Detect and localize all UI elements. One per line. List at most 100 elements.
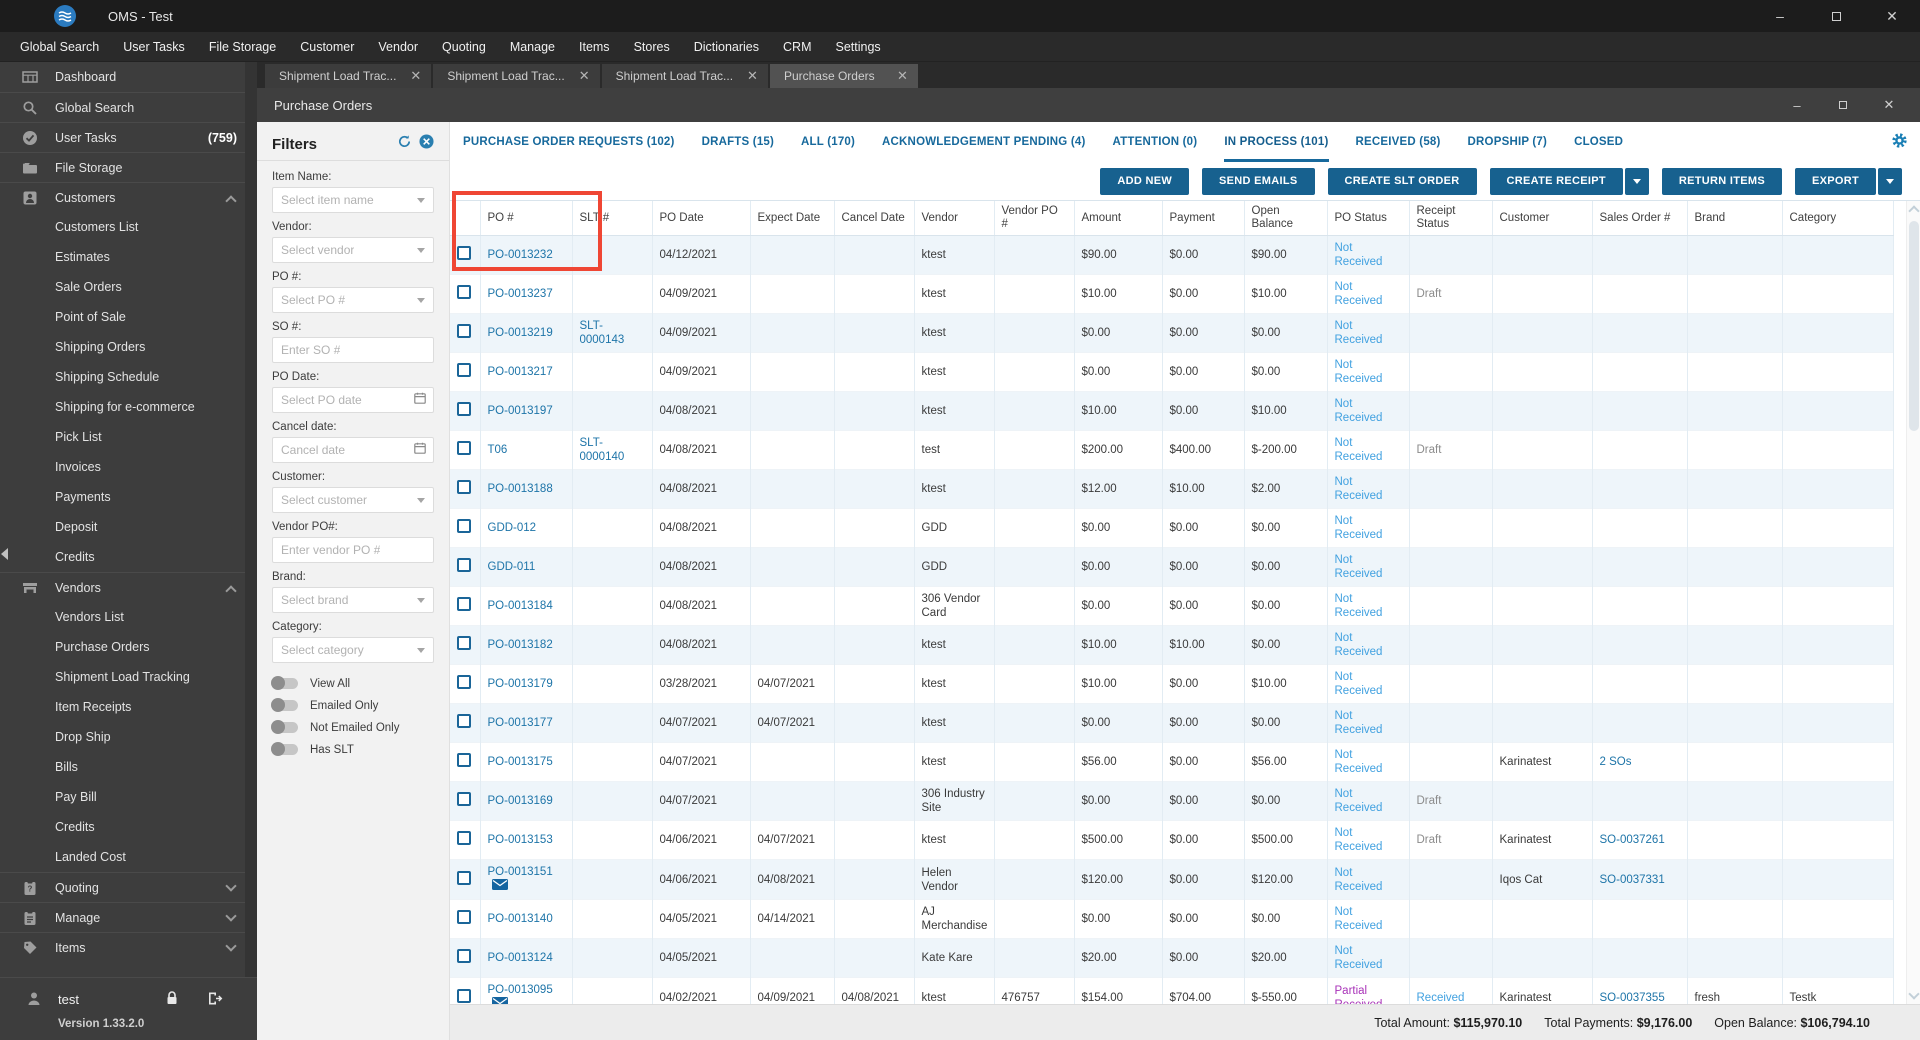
- document-tab-shipment-load-tracking-1[interactable]: Shipment Load Trac... ✕: [265, 64, 432, 88]
- row-checkbox[interactable]: [457, 910, 471, 924]
- sidebar-item-customers-list[interactable]: Customers List: [0, 212, 257, 242]
- row-checkbox[interactable]: [457, 285, 471, 299]
- po-number-link[interactable]: PO-0013232: [488, 249, 553, 261]
- sidebar-item-shipping-schedule[interactable]: Shipping Schedule: [0, 362, 257, 392]
- row-checkbox[interactable]: [457, 519, 471, 533]
- menu-item-file-storage[interactable]: File Storage: [197, 32, 288, 61]
- po-number-link[interactable]: PO-0013140: [488, 913, 553, 925]
- panel-close-button[interactable]: ✕: [1870, 93, 1908, 117]
- create-receipt-button[interactable]: CREATE RECEIPT: [1489, 167, 1623, 195]
- sales-order-link[interactable]: SO-0037331: [1600, 874, 1665, 886]
- add-new-button[interactable]: ADD NEW: [1100, 167, 1190, 195]
- sidebar-item-vendors[interactable]: Vendors: [0, 572, 257, 602]
- menu-item-global-search[interactable]: Global Search: [8, 32, 111, 61]
- chevron-down-icon[interactable]: [417, 647, 425, 653]
- sidebar-item-items[interactable]: Items: [0, 932, 257, 962]
- sidebar-item-pay-bill[interactable]: Pay Bill: [0, 782, 257, 812]
- tab-dropship-7[interactable]: DROPSHIP (7): [1468, 122, 1548, 162]
- sidebar-item-point-of-sale[interactable]: Point of Sale: [0, 302, 257, 332]
- send-emails-button[interactable]: SEND EMAILS: [1202, 167, 1315, 195]
- menu-item-manage[interactable]: Manage: [498, 32, 567, 61]
- sidebar-item-manage[interactable]: Manage: [0, 902, 257, 932]
- sidebar-item-estimates[interactable]: Estimates: [0, 242, 257, 272]
- chevron-down-icon[interactable]: [225, 940, 237, 952]
- sidebar-item-payments[interactable]: Payments: [0, 482, 257, 512]
- sidebar-item-file-storage[interactable]: File Storage: [0, 152, 257, 182]
- toggle-has-slt[interactable]: Has SLT: [271, 739, 434, 760]
- sidebar-item-credits[interactable]: Credits: [0, 812, 257, 842]
- panel-restore-button[interactable]: [1824, 93, 1862, 117]
- sidebar-item-deposit[interactable]: Deposit: [0, 512, 257, 542]
- sidebar-item-bills[interactable]: Bills: [0, 752, 257, 782]
- po-number-link[interactable]: PO-0013177: [488, 717, 553, 729]
- po-number-link[interactable]: PO-0013169: [488, 795, 553, 807]
- po-number-link[interactable]: PO-0013124: [488, 952, 553, 964]
- toggle-switch[interactable]: [271, 742, 298, 756]
- vertical-scrollbar[interactable]: [1906, 201, 1920, 1004]
- tab-close-icon[interactable]: ✕: [897, 68, 908, 84]
- filter-input-so[interactable]: Enter SO #: [272, 337, 434, 363]
- row-checkbox[interactable]: [457, 675, 471, 689]
- sidebar-item-item-receipts[interactable]: Item Receipts: [0, 692, 257, 722]
- document-tab-shipment-load-tracking-3[interactable]: Shipment Load Trac... ✕: [601, 64, 768, 88]
- scrollbar-thumb[interactable]: [1909, 221, 1919, 431]
- filter-input-vendor-po[interactable]: Enter vendor PO #: [272, 537, 434, 563]
- po-number-link[interactable]: T06: [488, 444, 508, 456]
- sidebar-item-credits[interactable]: Credits: [0, 542, 257, 572]
- row-checkbox[interactable]: [457, 988, 471, 1003]
- tab-purchase-order-requests-102[interactable]: PURCHASE ORDER REQUESTS (102): [463, 122, 675, 162]
- tab-received-58[interactable]: RECEIVED (58): [1356, 122, 1441, 162]
- panel-minimize-button[interactable]: –: [1778, 93, 1816, 117]
- sidebar-item-user-tasks[interactable]: User Tasks (759): [0, 122, 257, 152]
- menu-item-items[interactable]: Items: [567, 32, 622, 61]
- chevron-down-icon[interactable]: [417, 247, 425, 253]
- tab-in-process-101[interactable]: IN PROCESS (101): [1224, 122, 1329, 162]
- filter-input-cancel-date[interactable]: Cancel date: [272, 437, 434, 463]
- chevron-down-icon[interactable]: [417, 597, 425, 603]
- create-slt-order-button[interactable]: CREATE SLT ORDER: [1327, 167, 1477, 195]
- row-checkbox[interactable]: [457, 402, 471, 416]
- row-checkbox[interactable]: [457, 480, 471, 494]
- chevron-up-icon[interactable]: [225, 585, 237, 597]
- sidebar-item-customers[interactable]: Customers: [0, 182, 257, 212]
- filter-input-item-name[interactable]: Select item name: [272, 187, 434, 213]
- tab-attention-0[interactable]: ATTENTION (0): [1113, 122, 1198, 162]
- row-checkbox[interactable]: [457, 870, 471, 885]
- row-checkbox[interactable]: [457, 324, 471, 338]
- po-number-link[interactable]: GDD-012: [488, 522, 537, 534]
- po-number-link[interactable]: PO-0013153: [488, 834, 553, 846]
- window-close-button[interactable]: ✕: [1864, 0, 1920, 32]
- po-number-link[interactable]: PO-0013095: [488, 984, 553, 996]
- row-checkbox[interactable]: [457, 792, 471, 806]
- menu-item-dictionaries[interactable]: Dictionaries: [682, 32, 771, 61]
- row-checkbox[interactable]: [457, 949, 471, 963]
- row-checkbox[interactable]: [457, 714, 471, 728]
- export-dropdown-button[interactable]: [1878, 167, 1902, 195]
- sidebar-item-shipment-load-tracking[interactable]: Shipment Load Tracking: [0, 662, 257, 692]
- sidebar-item-sale-orders[interactable]: Sale Orders: [0, 272, 257, 302]
- row-checkbox[interactable]: [457, 831, 471, 845]
- tab-close-icon[interactable]: ✕: [410, 68, 421, 84]
- sidebar-item-global-search[interactable]: Global Search: [0, 92, 257, 122]
- row-checkbox[interactable]: [457, 558, 471, 572]
- toggle-emailed-only[interactable]: Emailed Only: [271, 695, 434, 716]
- sidebar-item-purchase-orders[interactable]: Purchase Orders: [0, 632, 257, 662]
- po-number-link[interactable]: PO-0013197: [488, 405, 553, 417]
- po-number-link[interactable]: PO-0013217: [488, 366, 553, 378]
- sales-order-link[interactable]: 2 SOs: [1600, 756, 1632, 768]
- tab-close-icon[interactable]: ✕: [747, 68, 758, 84]
- filter-input-category[interactable]: Select category: [272, 637, 434, 663]
- menu-item-settings[interactable]: Settings: [823, 32, 892, 61]
- logout-icon[interactable]: [207, 991, 223, 1007]
- sidebar-item-shipping-for-e-commerce[interactable]: Shipping for e-commerce: [0, 392, 257, 422]
- chevron-down-icon[interactable]: [225, 910, 237, 922]
- chevron-down-icon[interactable]: [417, 197, 425, 203]
- slt-number-link[interactable]: SLT-0000143: [580, 320, 625, 346]
- po-number-link[interactable]: PO-0013188: [488, 483, 553, 495]
- slt-number-link[interactable]: SLT-0000140: [580, 437, 625, 463]
- sidebar-item-drop-ship[interactable]: Drop Ship: [0, 722, 257, 752]
- filter-input-po[interactable]: Select PO #: [272, 287, 434, 313]
- window-minimize-button[interactable]: –: [1752, 0, 1808, 32]
- return-items-button[interactable]: RETURN ITEMS: [1661, 167, 1782, 195]
- calendar-icon[interactable]: [414, 391, 426, 409]
